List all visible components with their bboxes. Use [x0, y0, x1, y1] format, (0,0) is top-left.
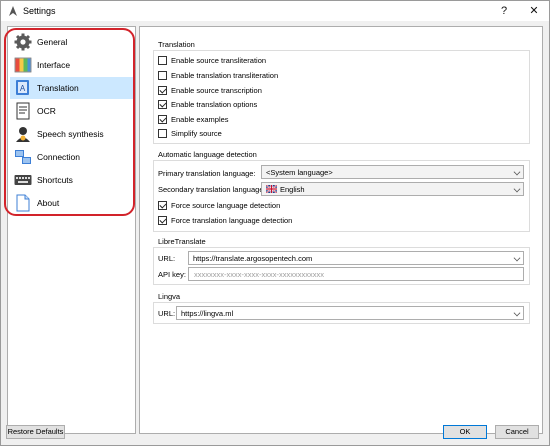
checkbox-box[interactable]	[158, 216, 167, 225]
uk-flag-icon	[266, 185, 277, 193]
sidebar-item-label: About	[37, 198, 60, 208]
help-button[interactable]: ?	[491, 2, 517, 20]
sidebar-item-about[interactable]: About	[10, 192, 134, 214]
sidebar-item-connection[interactable]: Connection	[10, 146, 134, 168]
cancel-button[interactable]: Cancel	[495, 425, 539, 439]
close-button[interactable]: ✕	[521, 2, 547, 20]
ok-button[interactable]: OK	[443, 425, 487, 439]
checkbox-box[interactable]	[158, 86, 167, 95]
sidebar-item-general[interactable]: General	[10, 31, 134, 53]
sidebar-item-interface[interactable]: Interface	[10, 54, 134, 76]
checkbox-box[interactable]	[158, 71, 167, 80]
select-value: <System language>	[266, 168, 333, 177]
connection-icon	[15, 150, 31, 164]
checkbox-box[interactable]	[158, 56, 167, 65]
api-key-label: API key:	[158, 270, 186, 279]
sidebar-item-label: Shortcuts	[37, 175, 73, 185]
checkbox-box[interactable]	[158, 129, 167, 138]
chevron-down-icon	[513, 309, 521, 317]
chevron-down-icon	[513, 185, 521, 193]
secondary-language-label: Secondary translation language:	[158, 185, 266, 194]
primary-language-select[interactable]: <System language>	[261, 165, 524, 179]
chevron-down-icon	[513, 254, 521, 262]
checkbox-label: Force source language detection	[171, 201, 281, 210]
checkbox-label: Enable translation transliteration	[171, 71, 279, 80]
restore-defaults-button[interactable]: Restore Defaults	[6, 425, 65, 439]
lingva-group-title: Lingva	[158, 292, 181, 301]
sidebar-item-label: General	[37, 37, 68, 47]
libretranslate-url-label: URL:	[158, 254, 176, 263]
sidebar-item-label: Connection	[37, 152, 81, 162]
libretranslate-url-select[interactable]: https://translate.argosopentech.com	[188, 251, 524, 265]
api-key-placeholder: xxxxxxxx-xxxx-xxxx-xxxx-xxxxxxxxxxxx	[194, 270, 324, 279]
chevron-down-icon	[513, 168, 521, 176]
sidebar-item-label: Speech synthesis	[37, 129, 104, 139]
settings-sidebar: General Interface A Translation OCR Spee…	[7, 26, 136, 434]
gear-icon	[14, 33, 32, 51]
select-value: English	[280, 185, 305, 194]
sidebar-item-label: Interface	[37, 60, 71, 70]
select-value: https://lingva.ml	[181, 309, 234, 318]
window-title: Settings	[23, 6, 56, 16]
keyboard-icon	[14, 175, 32, 185]
sidebar-item-shortcuts[interactable]: Shortcuts	[10, 169, 134, 191]
title-bar: Settings ? ✕	[1, 1, 549, 21]
select-value: https://translate.argosopentech.com	[193, 254, 313, 263]
lingva-url-label: URL:	[158, 309, 176, 318]
translation-group-title: Translation	[158, 40, 195, 49]
interface-icon	[14, 57, 32, 73]
checkbox-box[interactable]	[158, 100, 167, 109]
ocr-icon	[16, 102, 30, 120]
sidebar-item-ocr[interactable]: OCR	[10, 100, 134, 122]
svg-text:A: A	[20, 84, 26, 93]
primary-language-label: Primary translation language:	[158, 169, 256, 178]
sidebar-item-label: OCR	[37, 106, 56, 116]
sidebar-item-speech-synthesis[interactable]: Speech synthesis	[10, 123, 134, 145]
about-icon	[16, 194, 30, 212]
checkbox-box[interactable]	[158, 201, 167, 210]
checkbox-box[interactable]	[158, 115, 167, 124]
api-key-input[interactable]: xxxxxxxx-xxxx-xxxx-xxxx-xxxxxxxxxxxx	[188, 267, 524, 281]
translation-icon: A	[16, 80, 29, 95]
checkbox-label: Force translation language detection	[171, 216, 293, 225]
secondary-language-select[interactable]: English	[261, 182, 524, 196]
app-logo-icon	[9, 6, 17, 16]
checkbox-label: Enable source transcription	[171, 86, 262, 95]
checkbox-label: Enable examples	[171, 115, 229, 124]
checkbox-label: Enable translation options	[171, 100, 258, 109]
checkbox-label: Enable source transliteration	[171, 56, 267, 65]
sidebar-item-translation[interactable]: A Translation	[10, 77, 134, 99]
sidebar-item-label: Translation	[37, 83, 79, 93]
speech-icon	[16, 127, 30, 142]
detection-group-title: Automatic language detection	[158, 150, 257, 159]
lingva-url-select[interactable]: https://lingva.ml	[176, 306, 524, 320]
libretranslate-group-title: LibreTranslate	[158, 237, 206, 246]
checkbox-label: Simplify source	[171, 129, 222, 138]
